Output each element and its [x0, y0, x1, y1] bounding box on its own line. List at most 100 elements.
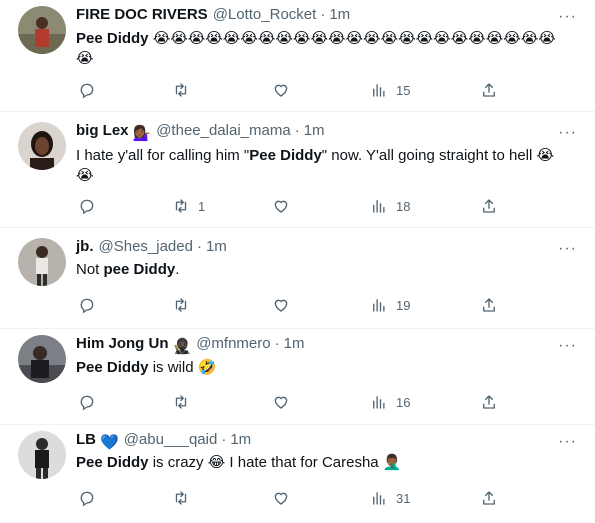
like-icon	[274, 299, 288, 312]
tweet-3[interactable]: jb. @Shes_jaded · 1m ··· Not pee Diddy. 19	[0, 228, 595, 329]
text-segment: is crazy 😂 I hate that for Caresha 🤦🏾‍♂️	[148, 454, 402, 471]
tweet-text: Pee Diddy is crazy 😂 I hate that for Car…	[76, 453, 571, 473]
views-button[interactable]: 16	[370, 393, 410, 411]
views-icon	[373, 200, 385, 213]
action-bar: 15	[76, 81, 575, 101]
timestamp[interactable]: 1m	[329, 6, 350, 23]
timestamp[interactable]: 1m	[230, 431, 251, 448]
more-icon[interactable]: ···	[558, 9, 577, 25]
tweet-header: jb. @Shes_jaded · 1m	[76, 237, 227, 257]
more-icon[interactable]: ···	[558, 241, 577, 257]
tweet-2[interactable]: big Lex 💁🏾‍♀️ @thee_dalai_mama · 1m ··· I ha…	[0, 112, 595, 228]
views-button[interactable]: 31	[370, 489, 410, 507]
share-icon	[483, 83, 495, 97]
share-button[interactable]	[480, 393, 498, 411]
views-icon	[373, 84, 385, 97]
text-segment: 😭😭😭😭😭😭😭😭😭😭😭😭😭😭😭😭😭😭😭😭😭😭😭😭	[76, 30, 556, 67]
tweet-header: big Lex 💁🏾‍♀️ @thee_dalai_mama · 1m	[76, 121, 325, 144]
separator-dot: ·	[274, 335, 280, 352]
view-count: 16	[396, 394, 411, 410]
retweet-icon	[175, 83, 187, 97]
views-button[interactable]: 19	[370, 296, 410, 314]
timestamp[interactable]: 1m	[206, 238, 227, 255]
share-button[interactable]	[480, 296, 498, 314]
tweet-1[interactable]: FIRE DOC RIVERS @Lotto_Rocket · 1m ··· Pee …	[0, 0, 595, 112]
action-bar: 16	[76, 393, 575, 413]
like-button[interactable]	[272, 489, 290, 507]
user-handle[interactable]: @Lotto_Rocket	[213, 6, 317, 23]
views-button[interactable]: 18	[370, 197, 410, 215]
separator-dot: ·	[320, 6, 326, 23]
highlight-text: Pee Diddy	[76, 359, 149, 376]
separator-dot: ·	[294, 122, 300, 139]
reply-button[interactable]	[78, 393, 104, 411]
name-emoji: 💁🏾‍♀️	[132, 125, 152, 142]
view-count: 15	[396, 82, 411, 98]
tweet-4[interactable]: Him Jong Un 🥷🏿 @mfnmero · 1m ··· Pee Diddy i…	[0, 329, 595, 425]
text-segment: I hate y'all for calling him "	[76, 147, 250, 164]
tweet-header: LB 💙 @abu___qaid · 1m	[76, 430, 251, 453]
action-bar: 19	[76, 296, 575, 316]
more-icon[interactable]: ···	[558, 434, 577, 450]
reply-button[interactable]	[78, 81, 104, 99]
view-count: 19	[396, 297, 411, 313]
views-button[interactable]: 15	[370, 81, 410, 99]
display-name[interactable]: FIRE DOC RIVERS	[76, 6, 208, 23]
highlight-text: Pee Diddy	[76, 30, 149, 47]
avatar[interactable]	[18, 335, 66, 383]
tweet-5[interactable]: LB 💙 @abu___qaid · 1m ··· Pee Diddy is crazy…	[0, 425, 595, 523]
share-button[interactable]	[480, 489, 498, 507]
share-icon	[483, 395, 495, 409]
highlight-text: Pee Diddy	[76, 454, 149, 471]
reply-button[interactable]	[78, 489, 104, 507]
reply-button[interactable]	[78, 197, 104, 215]
user-handle[interactable]: @mfnmero	[196, 335, 270, 352]
retweet-button[interactable]	[172, 296, 198, 314]
view-count: 31	[396, 490, 411, 506]
timestamp[interactable]: 1m	[304, 122, 325, 139]
user-handle[interactable]: @abu___qaid	[124, 431, 218, 448]
separator-dot: ·	[221, 431, 227, 448]
retweet-button[interactable]	[172, 489, 198, 507]
more-icon[interactable]: ···	[558, 338, 577, 354]
display-name[interactable]: big Lex	[76, 122, 129, 139]
tweet-text: I hate y'all for calling him "Pee Diddy"…	[76, 146, 571, 186]
reply-icon	[80, 83, 94, 99]
retweet-button[interactable]: 1	[172, 197, 205, 215]
user-handle[interactable]: @Shes_jaded	[99, 238, 193, 255]
like-button[interactable]	[272, 393, 290, 411]
action-bar: 31	[76, 489, 575, 509]
action-bar: 1 18	[76, 197, 575, 217]
separator-dot: ·	[196, 238, 202, 255]
share-button[interactable]	[480, 81, 498, 99]
display-name[interactable]: jb.	[76, 238, 94, 255]
highlight-text: Pee Diddy	[249, 147, 322, 164]
avatar[interactable]	[18, 6, 66, 54]
user-handle[interactable]: @thee_dalai_mama	[156, 122, 290, 139]
avatar[interactable]	[18, 431, 66, 479]
retweet-icon	[175, 491, 187, 505]
share-icon	[483, 491, 495, 505]
reply-icon	[80, 395, 94, 411]
retweet-button[interactable]	[172, 393, 198, 411]
like-button[interactable]	[272, 81, 290, 99]
timestamp[interactable]: 1m	[284, 335, 305, 352]
like-button[interactable]	[272, 197, 290, 215]
retweet-icon	[175, 298, 187, 312]
reply-icon	[80, 298, 94, 314]
reply-button[interactable]	[78, 296, 104, 314]
like-button[interactable]	[272, 296, 290, 314]
avatar[interactable]	[18, 122, 66, 170]
retweet-button[interactable]	[172, 81, 198, 99]
share-icon	[483, 199, 495, 213]
retweet-icon	[175, 395, 187, 409]
view-count: 18	[396, 198, 411, 214]
more-icon[interactable]: ···	[558, 125, 577, 141]
display-name[interactable]: Him Jong Un	[76, 335, 169, 352]
avatar[interactable]	[18, 238, 66, 286]
like-icon	[274, 200, 288, 213]
display-name[interactable]: LB	[76, 431, 96, 448]
share-button[interactable]	[480, 197, 498, 215]
name-emoji: 💙	[100, 434, 119, 451]
reply-icon	[80, 491, 94, 507]
